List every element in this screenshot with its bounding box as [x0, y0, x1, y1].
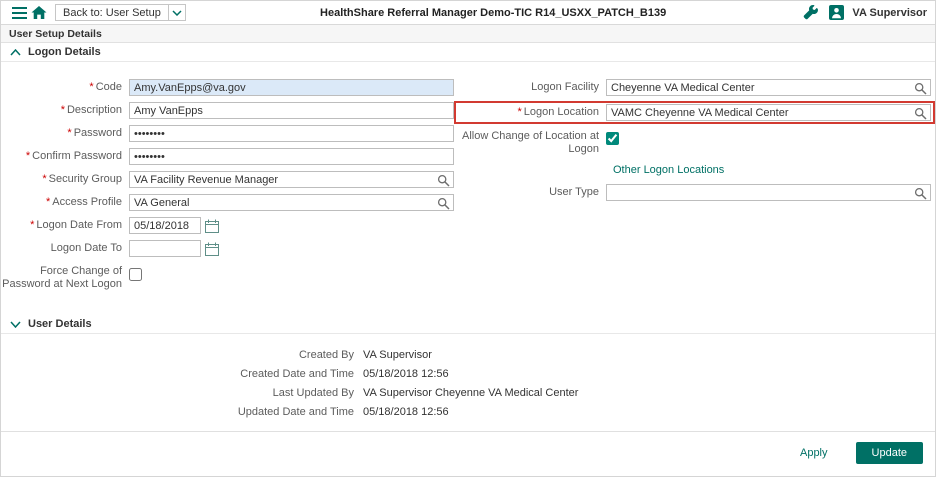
other-logon-locations-row: Other Logon Locations [454, 160, 935, 179]
tools-wrench-icon[interactable] [800, 3, 820, 23]
description-field-row: * Description [1, 101, 454, 120]
created-by-row: Created By VA Supervisor [1, 346, 935, 363]
logon-date-from-field-row: * Logon Date From [1, 216, 454, 235]
code-label: Code [95, 80, 122, 93]
logon-details-section-header[interactable]: Logon Details [1, 43, 935, 62]
security-group-input[interactable] [129, 171, 454, 188]
home-icon[interactable] [29, 3, 49, 23]
menu-icon[interactable] [9, 3, 29, 23]
user-type-lookup-magnifier-icon[interactable] [914, 187, 927, 200]
logon-details-section-title: Logon Details [28, 46, 101, 58]
created-by-label: Created By [298, 348, 354, 361]
description-input[interactable] [129, 102, 454, 119]
access-profile-input[interactable] [129, 194, 454, 211]
logon-location-field-row-error-highlight: * Logon Location [454, 101, 935, 124]
logon-facility-lookup-magnifier-icon[interactable] [914, 82, 927, 95]
logon-location-label: Logon Location [523, 105, 599, 118]
force-change-password-field-row: Force Change of Password at Next Logon [1, 265, 454, 291]
logon-facility-label: Logon Facility [531, 80, 599, 93]
logon-details-form: *Code *Description *Password *Confirm Pa… [1, 62, 935, 315]
access-profile-lookup-magnifier-icon[interactable] [437, 197, 450, 210]
allow-change-location-label: Allow Change of Location at Logon [462, 130, 599, 156]
collapse-chevron-down-icon [10, 321, 21, 328]
confirm-password-input[interactable] [129, 148, 454, 165]
updated-date-value: 05/18/2018 12:56 [363, 405, 449, 418]
logon-date-to-calendar-icon[interactable] [205, 242, 219, 256]
user-details-rows: Created By VA Supervisor Created Date an… [1, 334, 935, 430]
user-details-section-header[interactable]: User Details [1, 315, 935, 335]
created-date-label: Created Date and Time [240, 367, 354, 380]
password-input[interactable] [129, 125, 454, 142]
apply-button[interactable]: Apply [794, 446, 834, 460]
code-field-row: * Code [1, 78, 454, 97]
last-updated-by-value: VA Supervisor Cheyenne VA Medical Center [363, 386, 579, 399]
required-marker: * [60, 103, 65, 116]
form-right-column: Logon Facility *Logon Location Allow Cha… [454, 78, 935, 291]
back-button-label: Back to: User Setup [63, 6, 161, 19]
logon-facility-input[interactable] [606, 79, 931, 96]
required-marker: * [89, 80, 94, 93]
app-window: Back to: User Setup HealthShare Referral… [0, 0, 936, 477]
access-profile-field-row: * Access Profile [1, 193, 454, 212]
confirm-password-field-row: * Confirm Password [1, 147, 454, 166]
back-to-user-setup-button[interactable]: Back to: User Setup [55, 4, 186, 21]
created-date-row: Created Date and Time 05/18/2018 12:56 [1, 365, 935, 382]
required-marker: * [25, 149, 31, 162]
last-updated-by-row: Last Updated By VA Supervisor Cheyenne V… [1, 384, 935, 401]
user-type-input[interactable] [606, 184, 931, 202]
other-logon-locations-link[interactable]: Other Logon Locations [613, 164, 724, 176]
form-left-column: *Code *Description *Password *Confirm Pa… [1, 78, 454, 291]
force-change-password-label: Force Change of Password at Next Logon [2, 265, 122, 291]
logon-date-from-input[interactable] [129, 217, 201, 234]
logon-date-from-calendar-icon[interactable] [205, 219, 219, 233]
security-group-field-row: * Security Group [1, 170, 454, 189]
logon-date-to-label: Logon Date To [50, 241, 122, 254]
description-label: Description [66, 103, 122, 116]
user-details-section-title: User Details [28, 318, 92, 331]
updated-date-label: Updated Date and Time [237, 405, 354, 418]
security-group-lookup-magnifier-icon[interactable] [437, 174, 450, 187]
required-marker: * [42, 172, 47, 185]
password-label: Password [73, 126, 122, 139]
logon-location-input[interactable] [606, 104, 931, 121]
logon-date-to-field-row: Logon Date To [1, 239, 454, 258]
logon-date-to-input[interactable] [129, 240, 201, 257]
last-updated-by-label: Last Updated By [272, 386, 354, 399]
updated-date-row: Updated Date and Time 05/18/2018 12:56 [1, 403, 935, 420]
security-group-label: Security Group [48, 172, 122, 185]
logon-date-from-label: Logon Date From [36, 218, 122, 231]
user-avatar-icon[interactable] [826, 3, 846, 23]
footer-action-bar: Apply Update [1, 432, 935, 476]
collapse-chevron-up-icon [10, 48, 21, 56]
user-type-field-row: User Type [454, 183, 935, 202]
force-change-password-checkbox[interactable] [129, 268, 142, 281]
code-input[interactable] [129, 79, 454, 96]
update-button[interactable]: Update [855, 442, 923, 464]
password-field-row: * Password [1, 124, 454, 143]
access-profile-label: Access Profile [52, 195, 122, 208]
created-by-value: VA Supervisor [363, 348, 432, 361]
top-bar: Back to: User Setup HealthShare Referral… [1, 1, 935, 25]
logon-location-lookup-magnifier-icon[interactable] [914, 107, 927, 120]
required-marker: * [67, 126, 72, 139]
current-user-name: VA Supervisor [852, 6, 927, 19]
app-title: HealthShare Referral Manager Demo-TIC R1… [320, 6, 667, 19]
page-title: User Setup Details [1, 25, 935, 43]
confirm-password-label: Confirm Password [32, 149, 122, 162]
allow-change-location-checkbox[interactable] [606, 132, 619, 145]
required-marker: * [30, 218, 35, 231]
allow-change-location-field-row: Allow Change of Location at Logon [454, 130, 935, 156]
required-marker: * [517, 105, 522, 118]
required-marker: * [46, 195, 51, 208]
logon-facility-field-row: Logon Facility [454, 78, 935, 97]
created-date-value: 05/18/2018 12:56 [363, 367, 449, 380]
top-right-group: VA Supervisor [800, 3, 927, 23]
user-type-label: User Type [549, 186, 599, 199]
chevron-down-icon[interactable] [167, 5, 185, 20]
